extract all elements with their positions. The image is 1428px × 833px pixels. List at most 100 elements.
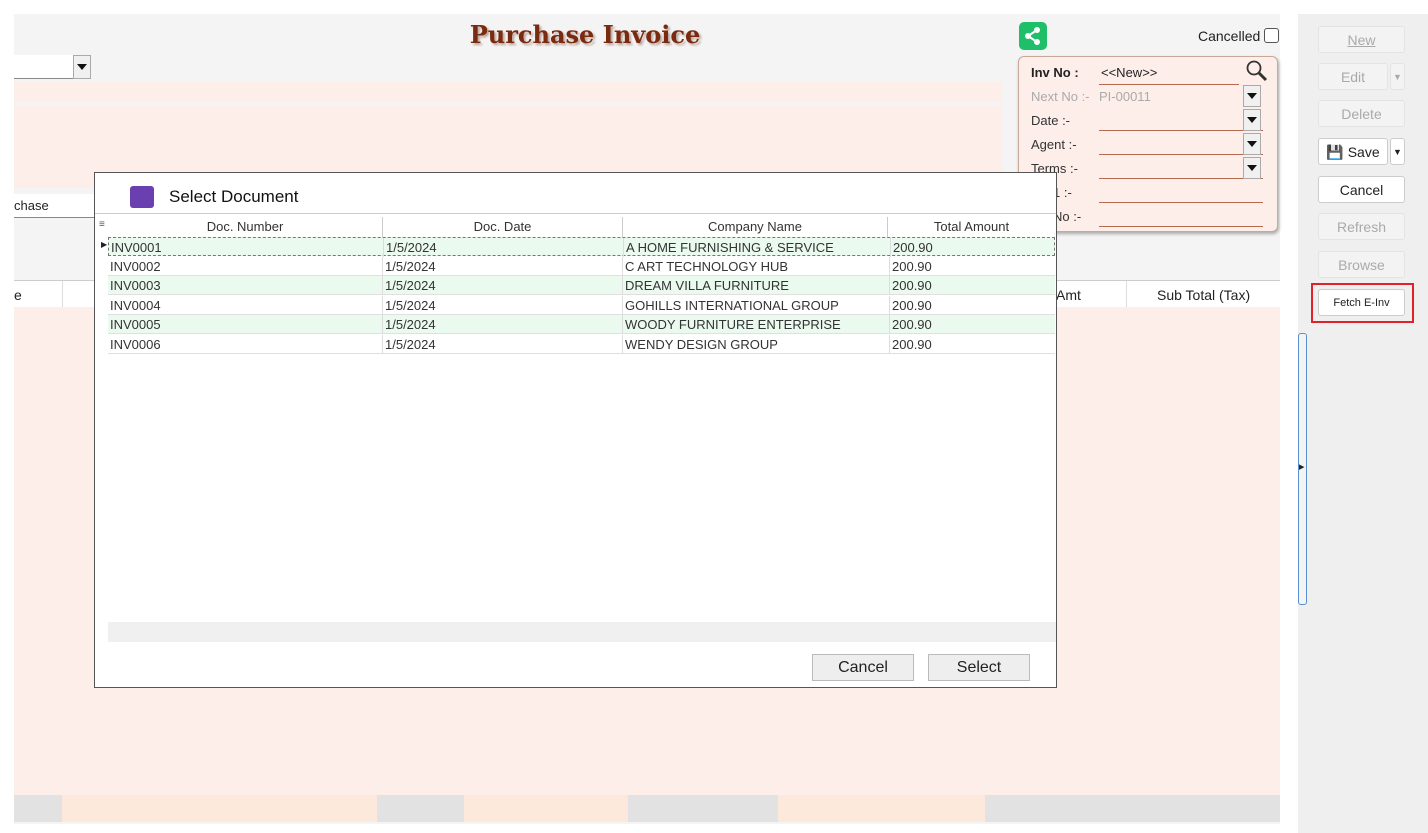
dialog-select-button[interactable]: Select	[928, 654, 1030, 681]
delete-button[interactable]: Delete	[1318, 100, 1405, 127]
chevron-down-icon	[1247, 117, 1257, 123]
chevron-down-icon	[1247, 141, 1257, 147]
total-amount-cell: 200.90	[892, 278, 932, 293]
expand-arrow-icon[interactable]: ▸	[1299, 460, 1305, 473]
form-row	[14, 82, 1002, 102]
doc-date-cell: 1/5/2024	[385, 317, 436, 332]
refresh-label: Refresh	[1336, 219, 1387, 235]
new-label: New	[1347, 32, 1376, 48]
terms-field[interactable]	[1099, 157, 1263, 179]
inv-no-label: Inv No :	[1031, 65, 1079, 80]
dialog-title: Select Document	[169, 187, 299, 206]
share-button[interactable]	[1019, 22, 1047, 50]
company-name-cell: DREAM VILLA FURNITURE	[625, 278, 789, 293]
search-icon[interactable]	[1245, 59, 1269, 83]
total-amount-cell: 200.90	[892, 297, 932, 313]
new-button[interactable]: New	[1318, 26, 1405, 53]
table-row[interactable]: INV0003 1/5/2024 DREAM VILLA FURNITURE 200.…	[108, 276, 1055, 295]
edit-button[interactable]: Edit	[1318, 63, 1388, 90]
horizontal-scrollbar[interactable]	[95, 622, 1056, 642]
footer-cell	[14, 795, 62, 822]
save-icon: 💾	[1326, 144, 1344, 160]
fetch-e-inv-button[interactable]: Fetch E-Inv	[1318, 289, 1405, 316]
table-row[interactable]: INV0001 1/5/2024 A HOME FURNISHING & SERVI…	[108, 237, 1055, 257]
date-label: Date :-	[1031, 113, 1071, 128]
chevron-down-icon	[1247, 93, 1257, 99]
footer-cell	[628, 795, 778, 822]
fetch-e-inv-label: Fetch E-Inv	[1333, 297, 1390, 309]
col-doc-date[interactable]: Doc. Date	[383, 217, 623, 237]
next-no-label: Next No :-	[1031, 89, 1090, 104]
browse-button[interactable]: Browse	[1318, 251, 1405, 278]
field6-label: No :-	[1053, 209, 1082, 224]
footer-cell	[464, 795, 628, 822]
grid-col-1: e	[14, 287, 22, 303]
doc-number-cell: INV0004	[110, 297, 161, 313]
company-name-cell: WOODY FURNITURE ENTERPRISE	[625, 317, 841, 332]
agent-field[interactable]	[1099, 133, 1263, 155]
doc-number-cell: INV0002	[110, 258, 161, 274]
footer-cell	[1127, 795, 1280, 822]
doc-date-cell: 1/5/2024	[385, 336, 436, 352]
doc-date-cell: 1/5/2024	[386, 240, 437, 255]
inv-no-field[interactable]: <<New>>	[1099, 63, 1239, 85]
doc-number-cell: INV0005	[110, 317, 161, 332]
total-amount-cell: 200.90	[893, 240, 933, 255]
save-label: Save	[1347, 144, 1380, 160]
browse-label: Browse	[1338, 257, 1385, 273]
doc-date-cell: 1/5/2024	[385, 278, 436, 293]
next-no-value: PI-00011	[1099, 89, 1151, 104]
next-no-dropdown[interactable]	[1243, 85, 1261, 107]
agent-dropdown[interactable]	[1243, 133, 1261, 155]
app-logo-icon	[130, 186, 154, 208]
agent-label: Agent :-	[1031, 137, 1077, 152]
page-title: Purchase Invoice	[469, 20, 701, 49]
doc-number-cell: INV0006	[110, 336, 161, 352]
terms-dropdown[interactable]	[1243, 157, 1261, 179]
share-icon	[1025, 27, 1040, 45]
date-field[interactable]	[1099, 109, 1263, 131]
field5[interactable]	[1099, 181, 1263, 203]
total-amount-cell: 200.90	[892, 336, 932, 352]
purchase-field[interactable]: chase	[14, 194, 104, 218]
action-sidebar	[1298, 14, 1428, 833]
top-combo[interactable]	[14, 55, 74, 79]
footer-cell	[778, 795, 985, 822]
date-dropdown[interactable]	[1243, 109, 1261, 131]
cancel-button[interactable]: Cancel	[1318, 176, 1405, 203]
delete-label: Delete	[1341, 106, 1382, 122]
grid-col-subtotal: Sub Total (Tax)	[1157, 287, 1251, 303]
purchase-field-text: chase	[14, 198, 49, 213]
table-row[interactable]: INV0002 1/5/2024 C ART TECHNOLOGY HUB 200.9…	[108, 256, 1055, 276]
edit-dropdown[interactable]: ▼	[1390, 63, 1405, 90]
doc-date-cell: 1/5/2024	[385, 258, 436, 274]
cancel-label: Cancel	[1339, 182, 1384, 198]
save-button[interactable]: 💾 Save	[1318, 138, 1388, 165]
cancelled-label: Cancelled	[1198, 28, 1261, 44]
grid-col-amt: Amt	[1056, 287, 1081, 303]
footer-cell	[985, 795, 1127, 822]
table-row[interactable]: INV0005 1/5/2024 WOODY FURNITURE ENTERPRIS…	[108, 315, 1055, 334]
save-dropdown[interactable]: ▼	[1390, 138, 1405, 165]
table-row[interactable]: INV0004 1/5/2024 GOHILLS INTERNATIONAL GRO…	[108, 295, 1055, 315]
table-row[interactable]: INV0006 1/5/2024 WENDY DESIGN GROUP 200.90	[108, 334, 1055, 354]
dialog-cancel-button[interactable]: Cancel	[812, 654, 914, 681]
chevron-down-icon	[1247, 165, 1257, 171]
company-name-cell: GOHILLS INTERNATIONAL GROUP	[625, 297, 839, 313]
field6[interactable]	[1099, 205, 1263, 227]
col-company-name[interactable]: Company Name	[623, 217, 888, 237]
col-doc-number[interactable]: Doc. Number	[108, 217, 383, 237]
company-name-cell: WENDY DESIGN GROUP	[625, 336, 778, 352]
current-row-indicator-icon: ▶	[101, 240, 108, 249]
edit-label: Edit	[1340, 69, 1366, 85]
cancelled-checkbox[interactable]	[1264, 28, 1279, 43]
column-chooser-icon[interactable]: ≡	[99, 219, 105, 230]
company-name-cell: C ART TECHNOLOGY HUB	[625, 258, 789, 274]
footer-cell	[62, 795, 377, 822]
select-document-dialog: Select Document ≡ Doc. Number Doc. Date …	[94, 172, 1057, 688]
col-total-amount[interactable]: Total Amount	[888, 217, 1055, 237]
refresh-button[interactable]: Refresh	[1318, 213, 1405, 240]
top-combo-dropdown[interactable]	[73, 55, 91, 79]
total-amount-cell: 200.90	[892, 317, 932, 332]
invoice-info-box: Inv No : <<New>> Next No :- PI-00011 Dat…	[1018, 56, 1278, 232]
